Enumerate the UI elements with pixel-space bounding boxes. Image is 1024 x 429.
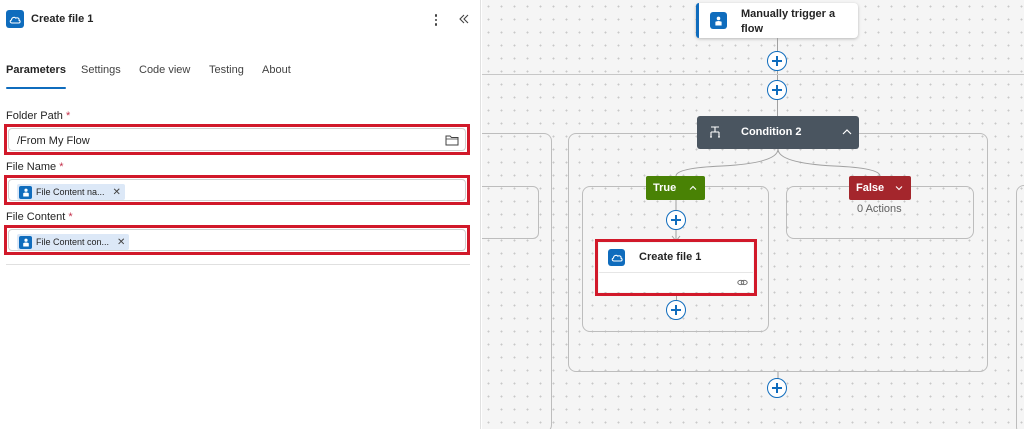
action-details-panel: Create file 1 Parameters Settings Code v…	[0, 0, 481, 429]
panel-divider	[6, 264, 470, 265]
collapse-panel-icon[interactable]	[456, 11, 472, 27]
folder-path-field[interactable]: /From My Flow	[8, 128, 466, 151]
folder-path-value: /From My Flow	[17, 135, 90, 147]
required-mark: *	[59, 161, 64, 173]
false-branch-button[interactable]: False	[849, 176, 911, 200]
tab-parameters[interactable]: Parameters	[6, 64, 66, 89]
create-file-node[interactable]: Create file 1	[599, 243, 753, 292]
more-options-button[interactable]	[429, 11, 443, 29]
tab-about[interactable]: About	[262, 64, 291, 76]
chevron-down-icon	[895, 186, 903, 191]
panel-header: Create file 1	[0, 0, 481, 40]
add-step-button[interactable]	[666, 210, 686, 230]
create-file-title: Create file 1	[639, 251, 702, 263]
remove-token-icon[interactable]: ✕	[117, 237, 125, 248]
file-name-field[interactable]: File Content na... ✕	[8, 179, 466, 201]
tab-settings[interactable]: Settings	[81, 64, 121, 76]
true-branch-label: True	[653, 182, 677, 194]
add-step-button[interactable]	[666, 300, 686, 320]
remove-token-icon[interactable]: ✕	[113, 187, 121, 198]
manual-trigger-icon	[19, 235, 32, 249]
false-branch-label: False	[856, 182, 885, 194]
file-name-label-text: File Name	[6, 161, 57, 173]
file-content-token[interactable]: File Content con... ✕	[17, 234, 130, 250]
onedrive-icon	[6, 10, 24, 28]
folder-path-label: Folder Path *	[6, 110, 70, 122]
file-name-label: File Name *	[6, 161, 63, 173]
file-content-label: File Content *	[6, 211, 73, 223]
panel-title: Create file 1	[31, 13, 94, 25]
true-branch-button[interactable]: True	[646, 176, 705, 200]
folder-path-label-text: Folder Path	[6, 110, 63, 122]
required-mark: *	[68, 211, 73, 223]
tab-testing[interactable]: Testing	[209, 64, 244, 76]
file-name-token-text: File Content na...	[36, 187, 105, 197]
flow-canvas[interactable]: Manually trigger a flow Condition 2 True	[482, 0, 1024, 429]
node-divider	[599, 272, 753, 273]
add-step-button[interactable]	[767, 378, 787, 398]
file-content-label-text: File Content	[6, 211, 66, 223]
file-content-field[interactable]: File Content con... ✕	[8, 229, 466, 251]
false-branch-actions-count: 0 Actions	[857, 203, 902, 215]
manual-trigger-icon	[19, 185, 32, 199]
folder-picker-icon[interactable]	[445, 134, 459, 146]
chevron-up-icon	[689, 185, 697, 190]
tab-code-view[interactable]: Code view	[139, 64, 190, 76]
file-content-token-text: File Content con...	[36, 237, 110, 247]
file-name-token[interactable]: File Content na... ✕	[17, 184, 125, 200]
onedrive-icon	[608, 249, 625, 266]
link-icon	[737, 279, 748, 286]
required-mark: *	[65, 110, 71, 122]
